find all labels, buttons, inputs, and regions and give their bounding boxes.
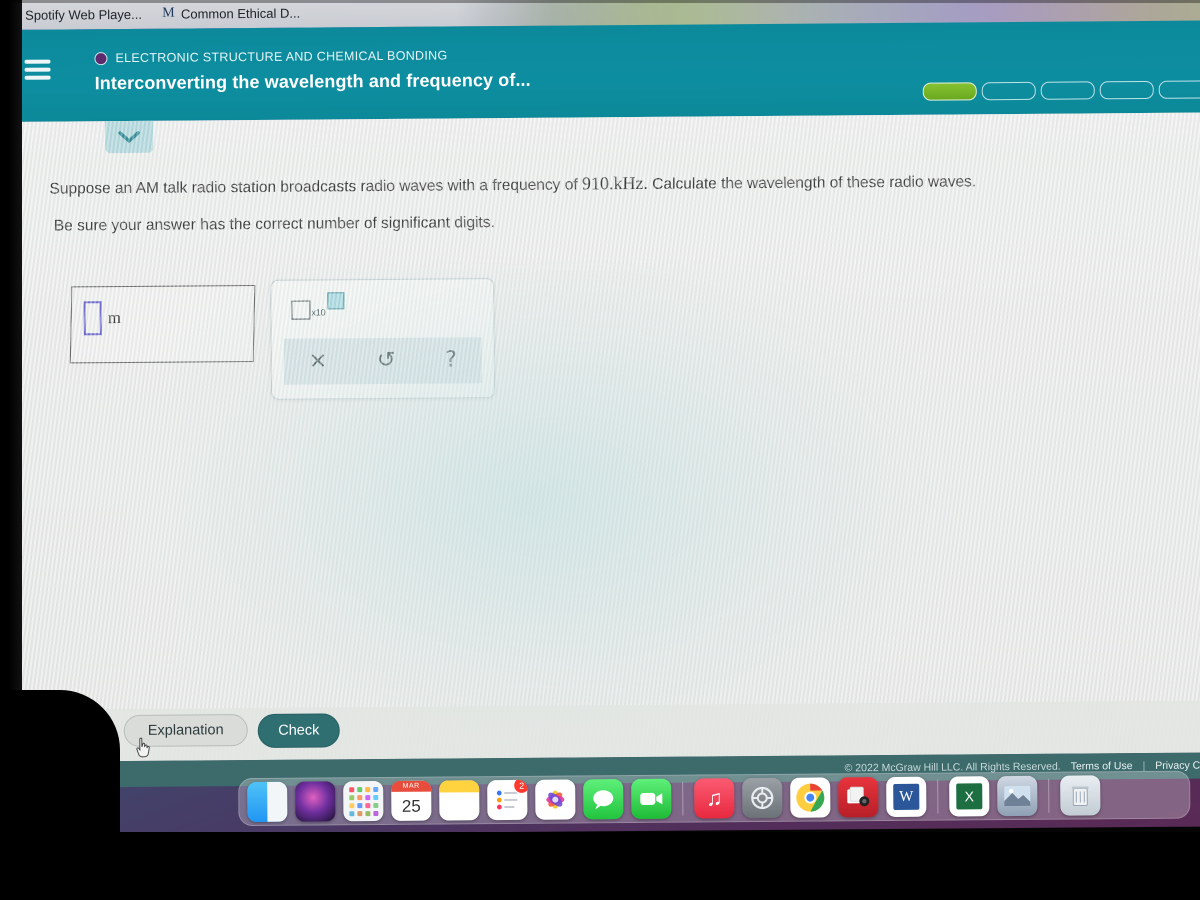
laptop-bezel-corner: [0, 690, 120, 840]
dock-divider: [937, 779, 939, 814]
undo-button[interactable]: ↺: [377, 348, 396, 373]
hamburger-icon[interactable]: [24, 59, 51, 80]
dock-divider: [682, 781, 684, 816]
settings-icon[interactable]: [742, 777, 783, 819]
question-statement: Suppose an AM talk radio station broadca…: [49, 169, 1169, 199]
sci-notation-label: x10: [311, 307, 326, 318]
chevron-down-icon[interactable]: [104, 120, 154, 154]
trash-icon[interactable]: [1060, 775, 1101, 816]
topic-label: ELECTRONIC STRUCTURE AND CHEMICAL BONDIN…: [115, 48, 448, 66]
check-button[interactable]: Check: [257, 713, 340, 748]
laptop-screen-photo: ♫ Spotify Web Playe... M Common Ethical …: [0, 0, 1200, 900]
progress-segment-filled: [922, 82, 977, 101]
question-text-part2: Calculate the wavelength of these radio …: [647, 173, 977, 193]
reminders-badge-count: 2: [513, 779, 528, 794]
progress-indicator: [922, 80, 1200, 101]
launchpad-icon[interactable]: [343, 780, 384, 822]
answer-text-cursor: [83, 301, 102, 336]
browser-tab-title: Spotify Web Playe...: [25, 6, 143, 23]
action-bar: Explanation Check: [1, 700, 1200, 762]
photobooth-icon[interactable]: [838, 777, 879, 818]
notes-icon[interactable]: [439, 780, 480, 821]
calendar-month-label: MAR: [391, 780, 432, 792]
dock-divider: [1048, 778, 1050, 813]
photos-icon[interactable]: [535, 779, 576, 820]
browser-tab-title: Common Ethical D...: [180, 5, 301, 22]
word-letter: W: [893, 783, 920, 810]
topic-bullet-icon: [94, 51, 108, 65]
math-palette: x10 × ↺ ?: [270, 278, 496, 400]
m-letter-icon: M: [162, 5, 175, 21]
screen-moire-overlay: [0, 112, 1200, 762]
question-text-part1: Suppose an AM talk radio station broadca…: [49, 176, 583, 198]
screen-edge: [0, 0, 1200, 3]
reminders-icon[interactable]: 2: [487, 779, 528, 821]
excel-letter: X: [956, 783, 983, 810]
page-title: Interconverting the wavelength and frequ…: [94, 69, 531, 94]
times-ten-to-power-button[interactable]: x10: [291, 292, 345, 320]
progress-segment: [1099, 80, 1154, 100]
excel-icon[interactable]: X: [949, 776, 990, 817]
answer-input[interactable]: m: [69, 284, 256, 364]
question-sigfig-note: Be sure your answer has the correct numb…: [53, 214, 495, 235]
mantissa-placeholder-icon: [291, 300, 311, 320]
exponent-placeholder-icon: [327, 292, 345, 310]
macos-dock: MAR 25 2 ♫ W X: [238, 770, 1191, 827]
progress-segment: [981, 81, 1036, 101]
progress-segment: [1040, 81, 1095, 100]
siri-icon[interactable]: [295, 781, 336, 822]
calendar-icon[interactable]: MAR 25: [391, 780, 432, 821]
question-panel: Suppose an AM talk radio station broadca…: [0, 112, 1200, 791]
messages-icon[interactable]: [583, 779, 624, 820]
preview-icon[interactable]: [997, 775, 1038, 817]
finder-icon[interactable]: [247, 781, 288, 823]
topic-breadcrumb: ELECTRONIC STRUCTURE AND CHEMICAL BONDIN…: [94, 48, 448, 66]
facetime-icon[interactable]: [631, 778, 672, 820]
chrome-icon[interactable]: [790, 777, 831, 818]
music-icon[interactable]: ♫: [694, 778, 735, 819]
screen-content: ♫ Spotify Web Playe... M Common Ethical …: [0, 0, 1200, 836]
progress-segment: [1158, 80, 1200, 99]
browser-tab-spotify[interactable]: ♫ Spotify Web Playe...: [0, 0, 152, 30]
math-tool-row: × ↺ ?: [283, 337, 483, 385]
answer-unit-label: m: [107, 308, 121, 328]
explanation-button[interactable]: Explanation: [123, 714, 248, 748]
question-frequency-value: 910.: [581, 173, 614, 194]
question-frequency-unit: kHz.: [613, 172, 649, 194]
laptop-bezel-bottom: [0, 832, 1200, 900]
app-header: ELECTRONIC STRUCTURE AND CHEMICAL BONDIN…: [0, 20, 1200, 122]
help-button[interactable]: ?: [445, 347, 457, 372]
clear-button[interactable]: ×: [309, 348, 328, 373]
calendar-day-label: 25: [401, 796, 421, 816]
browser-tab-common-ethical[interactable]: M Common Ethical D...: [152, 0, 310, 29]
word-icon[interactable]: W: [886, 776, 927, 818]
